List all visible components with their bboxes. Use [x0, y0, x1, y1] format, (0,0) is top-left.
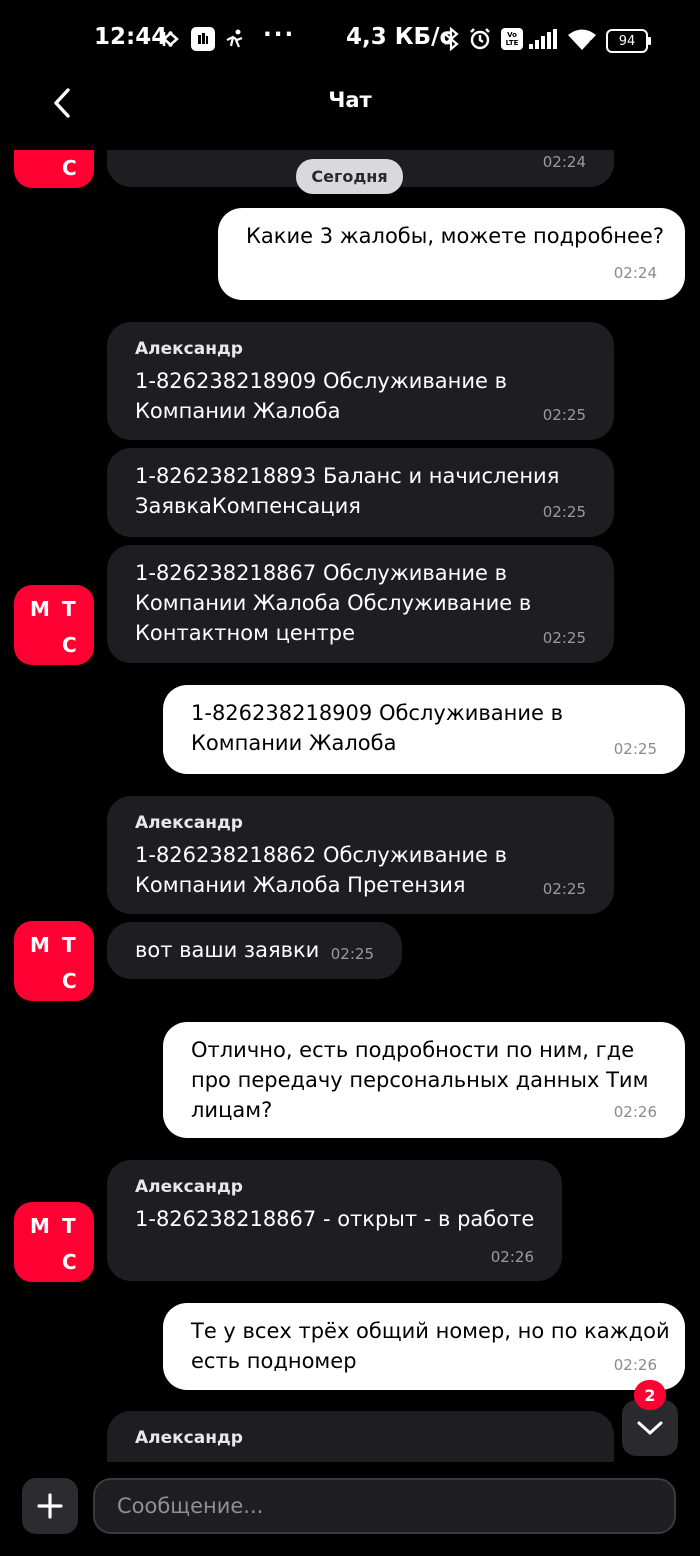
message-bubble-incoming[interactable]: 1-826238218893 Баланс и начисления Заявк… — [107, 448, 614, 537]
chat-messages[interactable]: М Т С 02:24 Какие 3 жалобы, можете подро… — [0, 150, 700, 1462]
add-attachment-button[interactable] — [22, 1478, 78, 1534]
nfc-icon — [160, 26, 180, 52]
message-time: 02:25 — [330, 945, 374, 963]
message-text: 1-826238218909 Обслуживание в Компании Ж… — [191, 701, 563, 755]
message-text: Какие 3 жалобы, можете подробнее? — [246, 224, 664, 248]
message-time: 02:25 — [542, 503, 586, 521]
message-bubble-incoming[interactable]: 1-826238218867 Обслуживание в Компании Ж… — [107, 545, 614, 663]
message-bubble-incoming[interactable]: Александр 1-826238218867 - открыт - в ра… — [107, 1160, 562, 1281]
message-time: 02:26 — [613, 1356, 657, 1374]
message-text: 1-826238218909 Обслуживание в Компании Ж… — [135, 369, 507, 423]
plus-icon — [37, 1493, 63, 1519]
message-time: 02:25 — [542, 406, 586, 424]
message-input[interactable] — [93, 1478, 676, 1534]
unread-badge: 2 — [634, 1380, 666, 1410]
sender-name: Александр — [135, 813, 243, 833]
alarm-icon — [467, 26, 493, 52]
message-text: 1-826238218893 Баланс и начисления Заявк… — [135, 464, 560, 518]
message-text: вот ваши заявки — [135, 938, 320, 962]
message-bubble-incoming[interactable]: вот ваши заявки 02:25 — [107, 922, 402, 979]
avatar: М Т С — [14, 585, 94, 665]
message-time: 02:24 — [613, 264, 657, 282]
message-text: Те у всех трёх общий номер, но по каждой… — [191, 1319, 670, 1373]
avatar: М Т С — [14, 1202, 94, 1282]
message-time: 02:25 — [542, 629, 586, 647]
battery-icon: 94 — [606, 29, 651, 53]
message-text: 1-826238218862 Обслуживание в Компании Ж… — [135, 843, 507, 897]
sender-name: Александр — [135, 1428, 243, 1448]
sender-name: Александр — [135, 339, 243, 359]
chevron-down-icon — [637, 1421, 663, 1435]
message-time: 02:25 — [542, 880, 586, 898]
message-text: Отлично, есть подробности по ним, где пр… — [191, 1038, 649, 1122]
message-text: 1-826238218867 Обслуживание в Компании Ж… — [135, 561, 532, 645]
message-bubble-outgoing[interactable]: Те у всех трёх общий номер, но по каждой… — [163, 1303, 685, 1390]
bluetooth-icon — [442, 26, 460, 52]
message-time: 02:25 — [613, 740, 657, 758]
battery-level: 94 — [618, 33, 636, 49]
message-bubble-outgoing[interactable]: 1-826238218909 Обслуживание в Компании Ж… — [163, 685, 685, 774]
wifi-icon — [566, 26, 598, 52]
message-time: 02:26 — [613, 1103, 657, 1121]
network-speed: 4,3 КБ/с — [346, 24, 454, 50]
message-bubble-outgoing[interactable]: Отлично, есть подробности по ним, где пр… — [163, 1022, 685, 1138]
running-icon — [224, 26, 246, 52]
message-bubble-outgoing[interactable]: Какие 3 жалобы, можете подробнее? 02:24 — [218, 208, 685, 300]
volte-icon: Vo LTE — [501, 28, 523, 50]
status-time: 12:44 — [94, 24, 168, 50]
message-bubble-incoming[interactable]: Александр 1-826238218862 Обслуживание в … — [107, 796, 614, 914]
sender-name: Александр — [135, 1177, 243, 1197]
message-bubble-incoming[interactable]: Александр 1-826238218909 Обслуживание в … — [107, 322, 614, 440]
page-title: Чат — [328, 88, 372, 112]
more-icon: ··· — [263, 22, 296, 48]
date-divider: Сегодня — [296, 159, 403, 194]
app-icon — [191, 27, 215, 51]
message-time: 02:24 — [542, 153, 586, 171]
avatar: М Т С — [14, 150, 94, 188]
avatar: М Т С — [14, 921, 94, 1001]
message-bubble-incoming[interactable]: Александр — [107, 1411, 614, 1462]
signal-icon — [528, 26, 558, 52]
message-text: 1-826238218867 - открыт - в работе — [135, 1207, 535, 1231]
message-time: 02:26 — [490, 1248, 534, 1266]
